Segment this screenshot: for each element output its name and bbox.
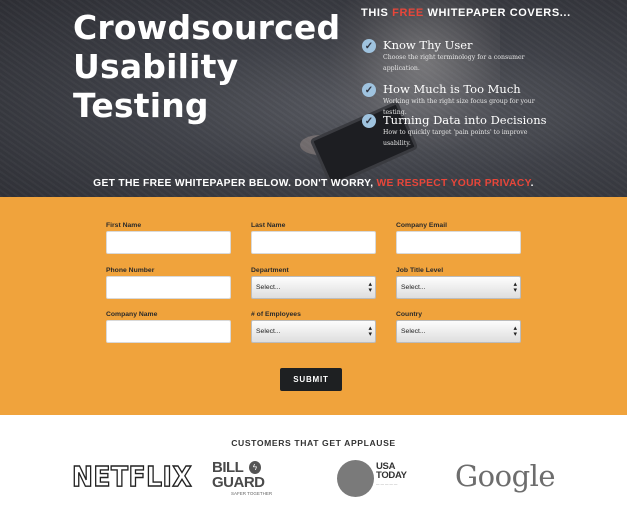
country-select[interactable]: Select... ▴ ▾ [396,320,521,343]
job-title-label: Job Title Level [396,267,444,274]
phone-label: Phone Number [106,267,155,274]
job-title-select-value: Select... [401,284,426,291]
last-name-input[interactable] [251,231,376,254]
billguard-logo-line1: BILL [212,459,244,476]
employees-select-value: Select... [256,328,281,335]
updown-arrow-icon: ▴ ▾ [513,281,517,294]
bolt-icon: ϟ [249,461,261,474]
company-email-input[interactable] [396,231,521,254]
phone-input[interactable] [106,276,231,299]
covers-heading-highlight: FREE [392,7,424,19]
hero-title-line: Usability [73,47,239,86]
banner-highlight: WE RESPECT YOUR PRIVACY [376,178,531,189]
last-name-label: Last Name [251,222,286,229]
banner-text: GET THE FREE WHITEPAPER BELOW. DON'T WOR… [93,178,377,189]
updown-arrow-icon: ▴ ▾ [513,325,517,338]
hero-title: Crowdsourced Usability Testing [73,8,343,125]
department-label: Department [251,267,289,274]
first-name-label: First Name [106,222,142,229]
country-select-value: Select... [401,328,426,335]
cover-item-title: Turning Data into Decisions [383,113,547,127]
submit-button[interactable]: SUBMIT [280,368,342,391]
employees-select[interactable]: Select... ▴ ▾ [251,320,376,343]
usatoday-logo: USA TODAY — — — — — [337,460,417,500]
cover-item-title: How Much is Too Much [383,82,521,96]
covers-heading-suffix: WHITEPAPER COVERS... [423,7,571,19]
netflix-logo: NETFLIX [71,460,193,494]
country-label: Country [396,311,423,318]
privacy-banner: GET THE FREE WHITEPAPER BELOW. DON'T WOR… [0,178,627,189]
department-select[interactable]: Select... ▴ ▾ [251,276,376,299]
billguard-tagline: SAFER TOGETHER [231,491,273,496]
department-select-value: Select... [256,284,281,291]
billguard-logo: BILL ϟ GUARD SAFER TOGETHER [212,460,276,500]
usatoday-tagline: — — — — — [376,482,398,486]
cover-item-title: Know Thy User [383,38,473,52]
company-email-label: Company Email [396,222,447,229]
hero-title-line: Testing [73,86,209,125]
usatoday-logo-text: USA TODAY [376,462,407,481]
job-title-select[interactable]: Select... ▴ ▾ [396,276,521,299]
first-name-input[interactable] [106,231,231,254]
check-circle-icon: ✓ [362,83,376,97]
company-name-label: Company Name [106,311,158,318]
usatoday-logo-line2: TODAY [376,470,407,481]
google-logo: Google [455,459,556,493]
updown-arrow-icon: ▴ ▾ [368,325,372,338]
cover-item-desc: Choose the right terminology for a consu… [383,54,525,72]
covers-heading: THIS FREE WHITEPAPER COVERS... [361,7,571,19]
customers-heading: CUSTOMERS THAT GET APPLAUSE [231,438,396,448]
hero-title-line: Crowdsourced [73,8,341,47]
usatoday-circle-icon [337,460,374,497]
covers-heading-prefix: THIS [361,7,393,19]
billguard-logo-line2: GUARD [212,474,265,491]
employees-label: # of Employees [251,311,301,318]
cover-item-desc: How to quickly target 'pain points' to i… [383,129,528,147]
updown-arrow-icon: ▴ ▾ [368,281,372,294]
banner-suffix: . [530,178,534,189]
hero-section: Crowdsourced Usability Testing THIS FREE… [0,0,627,197]
check-circle-icon: ✓ [362,114,376,128]
check-circle-icon: ✓ [362,39,376,53]
company-name-input[interactable] [106,320,231,343]
